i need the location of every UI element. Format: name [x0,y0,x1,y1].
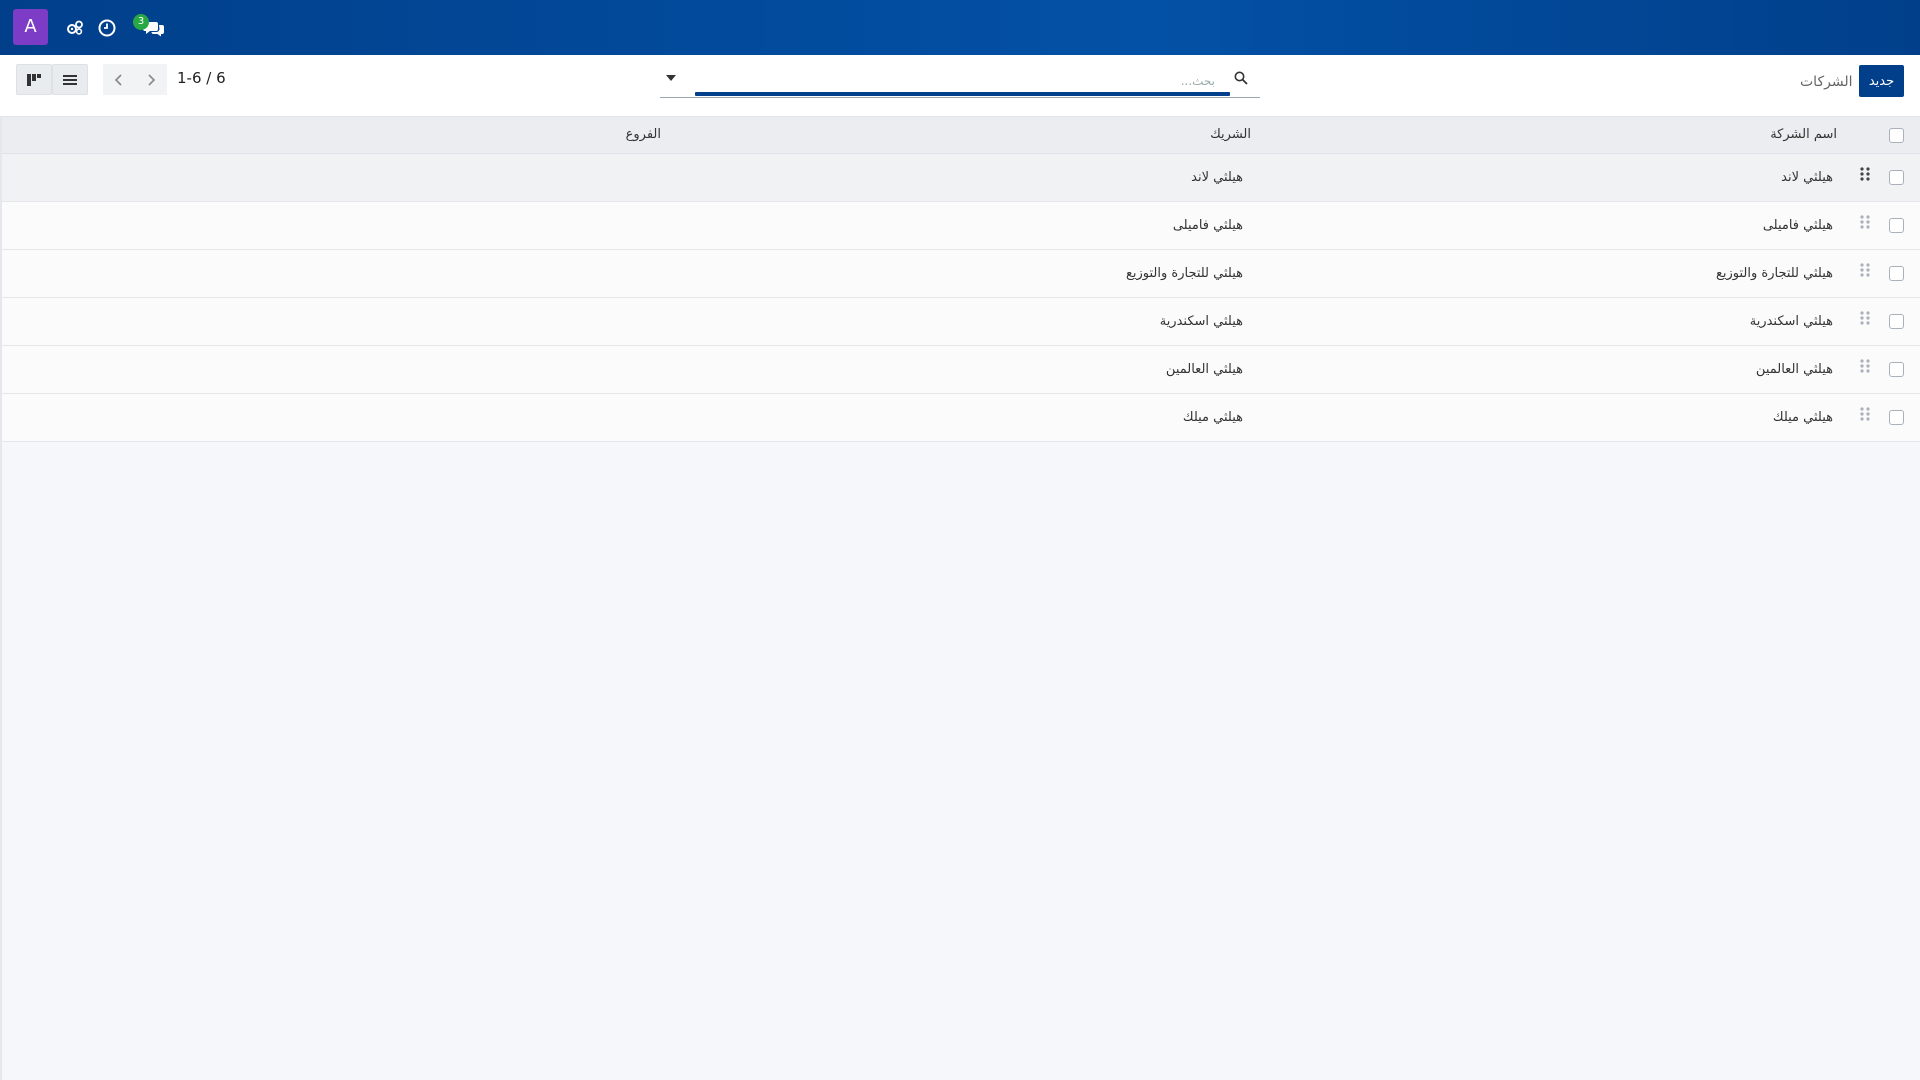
list-view-icon [63,74,77,85]
select-all-checkbox[interactable] [1889,128,1904,143]
table-row[interactable]: هيلثي فاميلى هيلثي فاميلى [0,202,1920,250]
drag-handle-icon[interactable] [1859,406,1871,424]
cell-partner: هيلثي اسكندرية [1159,314,1243,329]
table-header: اسم الشركة الشريك الفروع [0,117,1920,154]
top-navbar: A 3 [0,0,1920,55]
new-button[interactable]: جديد [1859,65,1904,97]
table-row[interactable]: هيلثي العالمين هيلثي العالمين [0,346,1920,394]
drag-handle-icon[interactable] [1859,358,1871,376]
kanban-view-button[interactable] [16,64,52,95]
row-checkbox[interactable] [1889,410,1904,425]
companies-list-table: اسم الشركة الشريك الفروع هيلثي لاند هيلثي… [0,117,1920,442]
row-checkbox[interactable] [1889,362,1904,377]
table-row[interactable]: هيلثي للتجارة والتوزيع هيلثي للتجارة والت… [0,250,1920,298]
pager-value[interactable]: 1-6 / 6 [177,69,226,87]
cell-company-name: هيلثي اسكندرية [1749,314,1833,329]
row-checkbox[interactable] [1889,266,1904,281]
column-header-partner[interactable]: الشريك [1210,127,1251,142]
drag-handle-icon[interactable] [1859,166,1871,184]
kanban-view-icon [27,73,41,86]
cell-partner: هيلثي ميلك [1182,410,1243,425]
cell-partner: هيلثي العالمين [1165,362,1243,377]
row-checkbox[interactable] [1889,170,1904,185]
column-header-company-name[interactable]: اسم الشركة [1770,127,1837,142]
cell-partner: هيلثي للتجارة والتوزيع [1125,266,1243,281]
cell-company-name: هيلثي لاند [1781,170,1833,185]
user-avatar[interactable]: A [13,9,48,45]
breadcrumb[interactable]: الشركات [1800,74,1852,90]
drag-handle-icon[interactable] [1859,310,1871,328]
caret-down-icon [666,75,676,81]
chevron-left-icon [114,73,122,86]
cell-partner: هيلثي لاند [1191,170,1243,185]
list-view-button[interactable] [52,64,88,95]
control-panel: 1-6 / 6 الشركات جديد [0,55,1920,117]
cell-company-name: هيلثي العالمين [1755,362,1833,377]
pager-next-button[interactable] [135,64,167,95]
table-row[interactable]: هيلثي لاند هيلثي لاند [0,154,1920,202]
cell-partner: هيلثي فاميلى [1172,218,1243,233]
table-row[interactable]: هيلثي ميلك هيلثي ميلك [0,394,1920,442]
search-options-toggle[interactable] [663,70,679,86]
activity-clock-icon[interactable] [94,15,120,41]
column-header-branches[interactable]: الفروع [626,127,661,142]
pager-previous-button[interactable] [103,64,135,95]
row-checkbox[interactable] [1889,218,1904,233]
search-icon[interactable] [1234,70,1248,89]
drag-handle-icon[interactable] [1859,214,1871,232]
search-input[interactable] [695,68,1245,94]
search-bar [660,68,1260,98]
row-checkbox[interactable] [1889,314,1904,329]
cell-company-name: هيلثي ميلك [1772,410,1833,425]
chevron-right-icon [148,73,156,86]
table-row[interactable]: هيلثي اسكندرية هيلثي اسكندرية [0,298,1920,346]
drag-handle-icon[interactable] [1859,262,1871,280]
search-focus-underline [695,92,1230,96]
cell-company-name: هيلثي فاميلى [1762,218,1833,233]
settings-gears-icon[interactable] [62,15,88,41]
cell-company-name: هيلثي للتجارة والتوزيع [1715,266,1833,281]
messages-count-badge: 3 [133,14,149,30]
left-edge-border [0,117,2,1080]
